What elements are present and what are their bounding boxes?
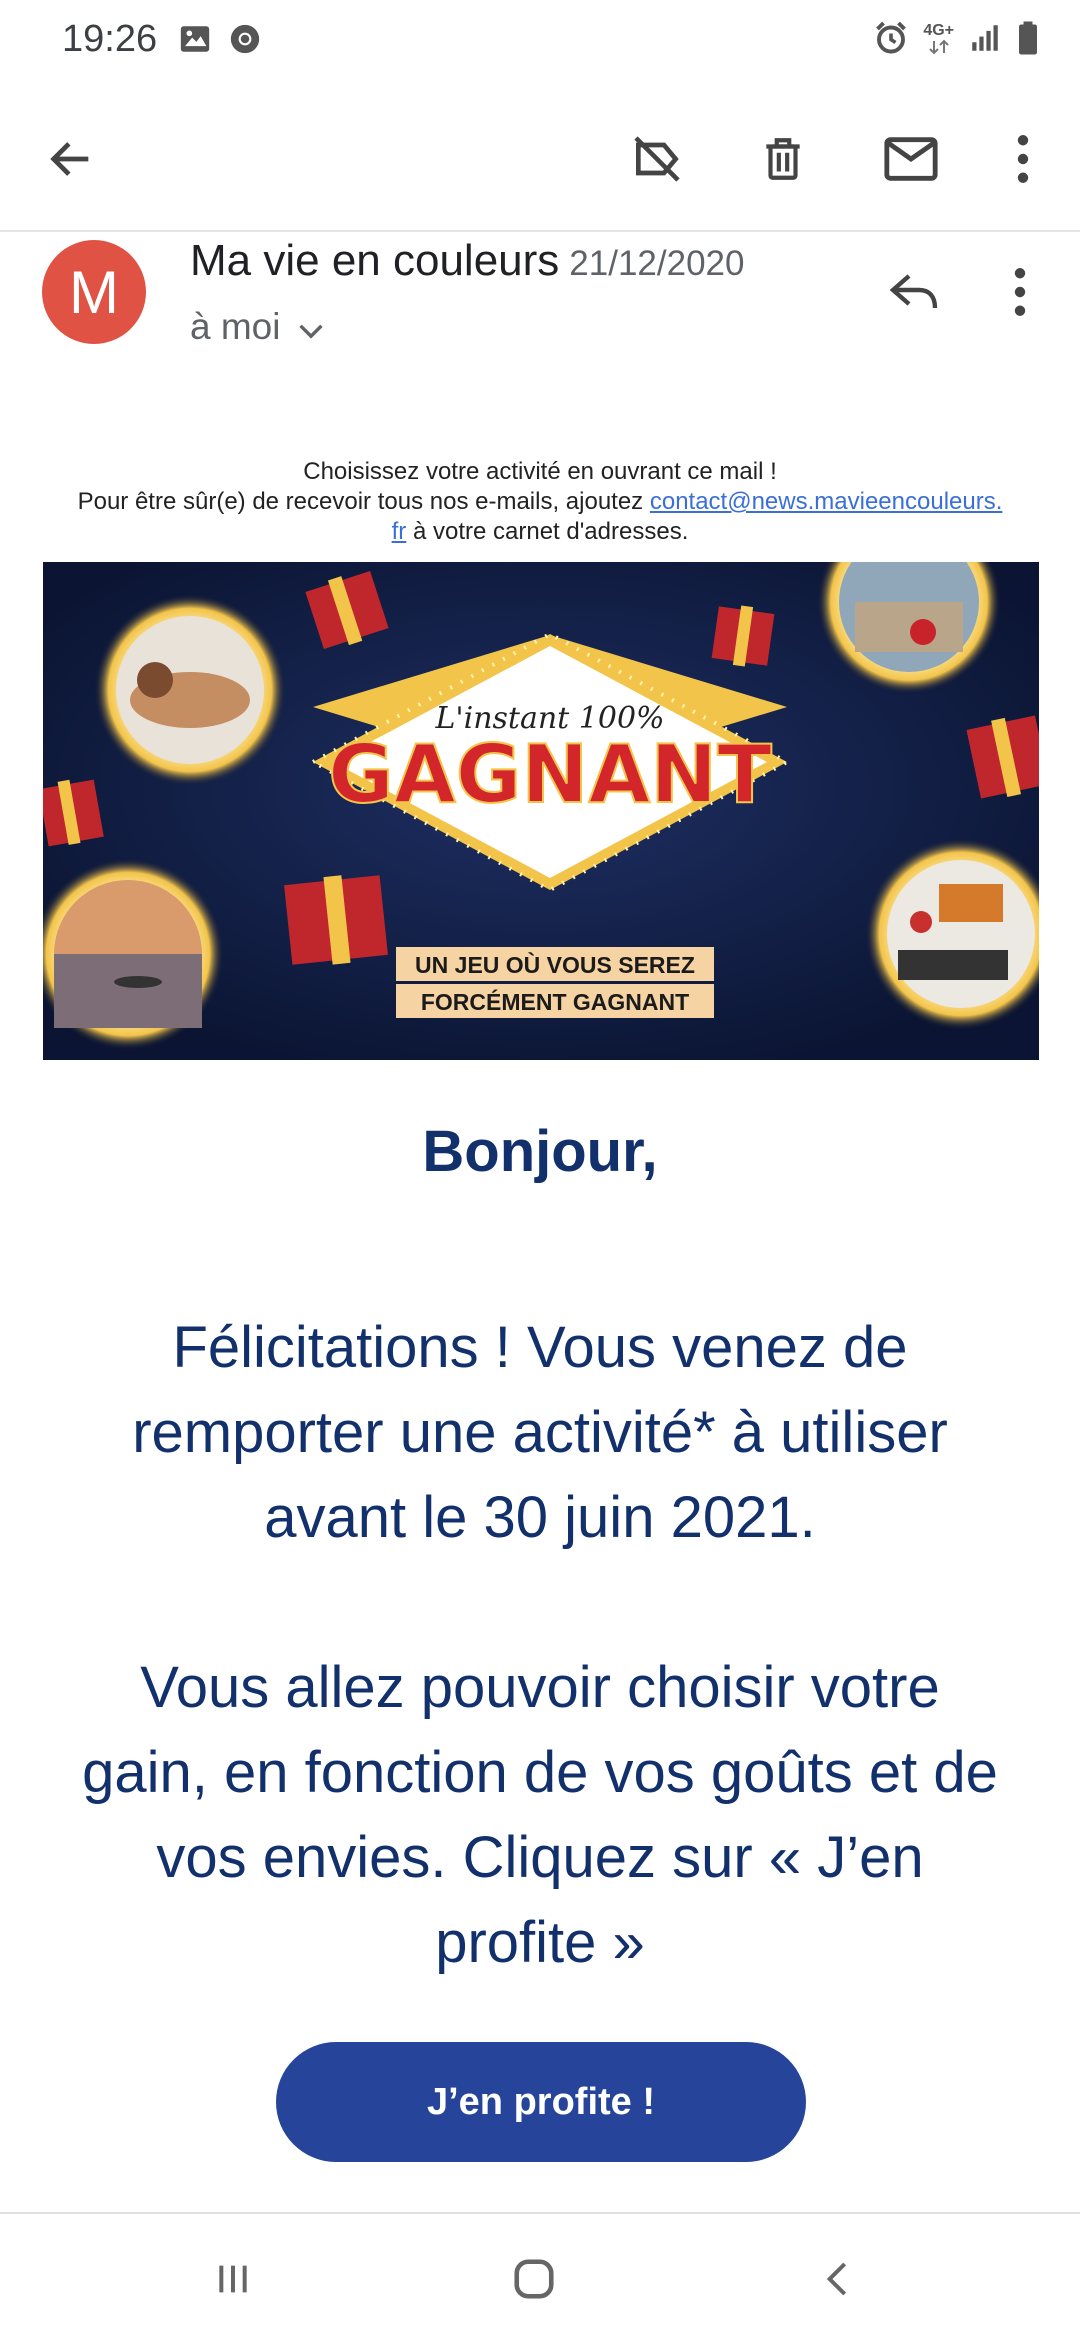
sender-line: Ma vie en couleurs 21/12/2020 (190, 236, 744, 286)
home-icon[interactable] (494, 2244, 574, 2314)
status-time: 19:26 (62, 18, 158, 60)
mark-unread-icon[interactable] (876, 124, 946, 194)
promo-banner[interactable]: L'instant 100% GAGNANT UN JEU OÙ VOUS SE… (43, 562, 1039, 1060)
recipient-toggle[interactable]: à moi (190, 306, 324, 348)
preheader-line3: fr à votre carnet d'adresses. (44, 517, 1036, 547)
status-right-icons: 4G+ (873, 20, 1040, 61)
signal-icon (968, 21, 1002, 60)
back-nav-icon[interactable] (798, 2244, 878, 2314)
preheader-prefix: Pour être sûr(e) de recevoir tous nos e-… (77, 488, 650, 515)
alarm-icon (873, 20, 909, 61)
message-header: M Ma vie en couleurs 21/12/2020 à moi (0, 232, 1080, 382)
email-link[interactable]: contact@news.mavieencouleurs. (650, 488, 1003, 515)
status-bar: 19:26 4G+ (0, 0, 1080, 84)
gift-icon (284, 875, 388, 965)
instructions-paragraph: Vous allez pouvoir choisir votre gain, e… (82, 1655, 998, 1975)
recipient-label: à moi (190, 306, 281, 347)
congrats-paragraph: Félicitations ! Vous venez de remporter … (132, 1315, 948, 1550)
sender-name: Ma vie en couleurs (190, 236, 560, 285)
message-date: 21/12/2020 (569, 244, 745, 283)
banner-headline: GAGNANT (328, 728, 772, 821)
avatar[interactable]: M (42, 240, 146, 344)
preheader-text: Choisissez votre activité en ouvrant ce … (44, 457, 1036, 547)
gift-icon (43, 779, 104, 847)
reply-icon[interactable] (880, 257, 950, 327)
network-type: 4G+ (923, 21, 954, 59)
label-off-icon[interactable] (622, 124, 692, 194)
chevron-down-icon (298, 306, 324, 348)
preheader-line1: Choisissez votre activité en ouvrant ce … (303, 458, 777, 485)
system-nav-bar (0, 2214, 1080, 2340)
chrome-icon (228, 22, 262, 61)
more-vert-icon[interactable] (988, 124, 1058, 194)
delete-icon[interactable] (748, 124, 818, 194)
massage-photo (94, 594, 286, 786)
jen-profite-button[interactable]: J’en profite ! (276, 2042, 806, 2162)
greeting: Bonjour, (422, 1119, 658, 1184)
banner-tagline-line2: FORCÉMENT GAGNANT (421, 988, 689, 1015)
preheader-suffix: à votre carnet d'adresses. (406, 518, 689, 545)
preheader-line2: Pour être sûr(e) de recevoir tous nos e-… (44, 487, 1036, 517)
gift-icon (711, 605, 775, 667)
recent-apps-icon[interactable] (193, 2244, 273, 2314)
network-type-label: 4G+ (923, 21, 954, 39)
banner-tagline-line1: UN JEU OÙ VOUS SEREZ (415, 951, 695, 978)
image-icon (178, 22, 212, 61)
email-app-bar (0, 84, 1080, 232)
battery-icon (1016, 20, 1040, 61)
back-arrow-icon[interactable] (36, 124, 106, 194)
email-link-continued[interactable]: fr (392, 518, 407, 545)
message-more-icon[interactable] (990, 257, 1050, 327)
